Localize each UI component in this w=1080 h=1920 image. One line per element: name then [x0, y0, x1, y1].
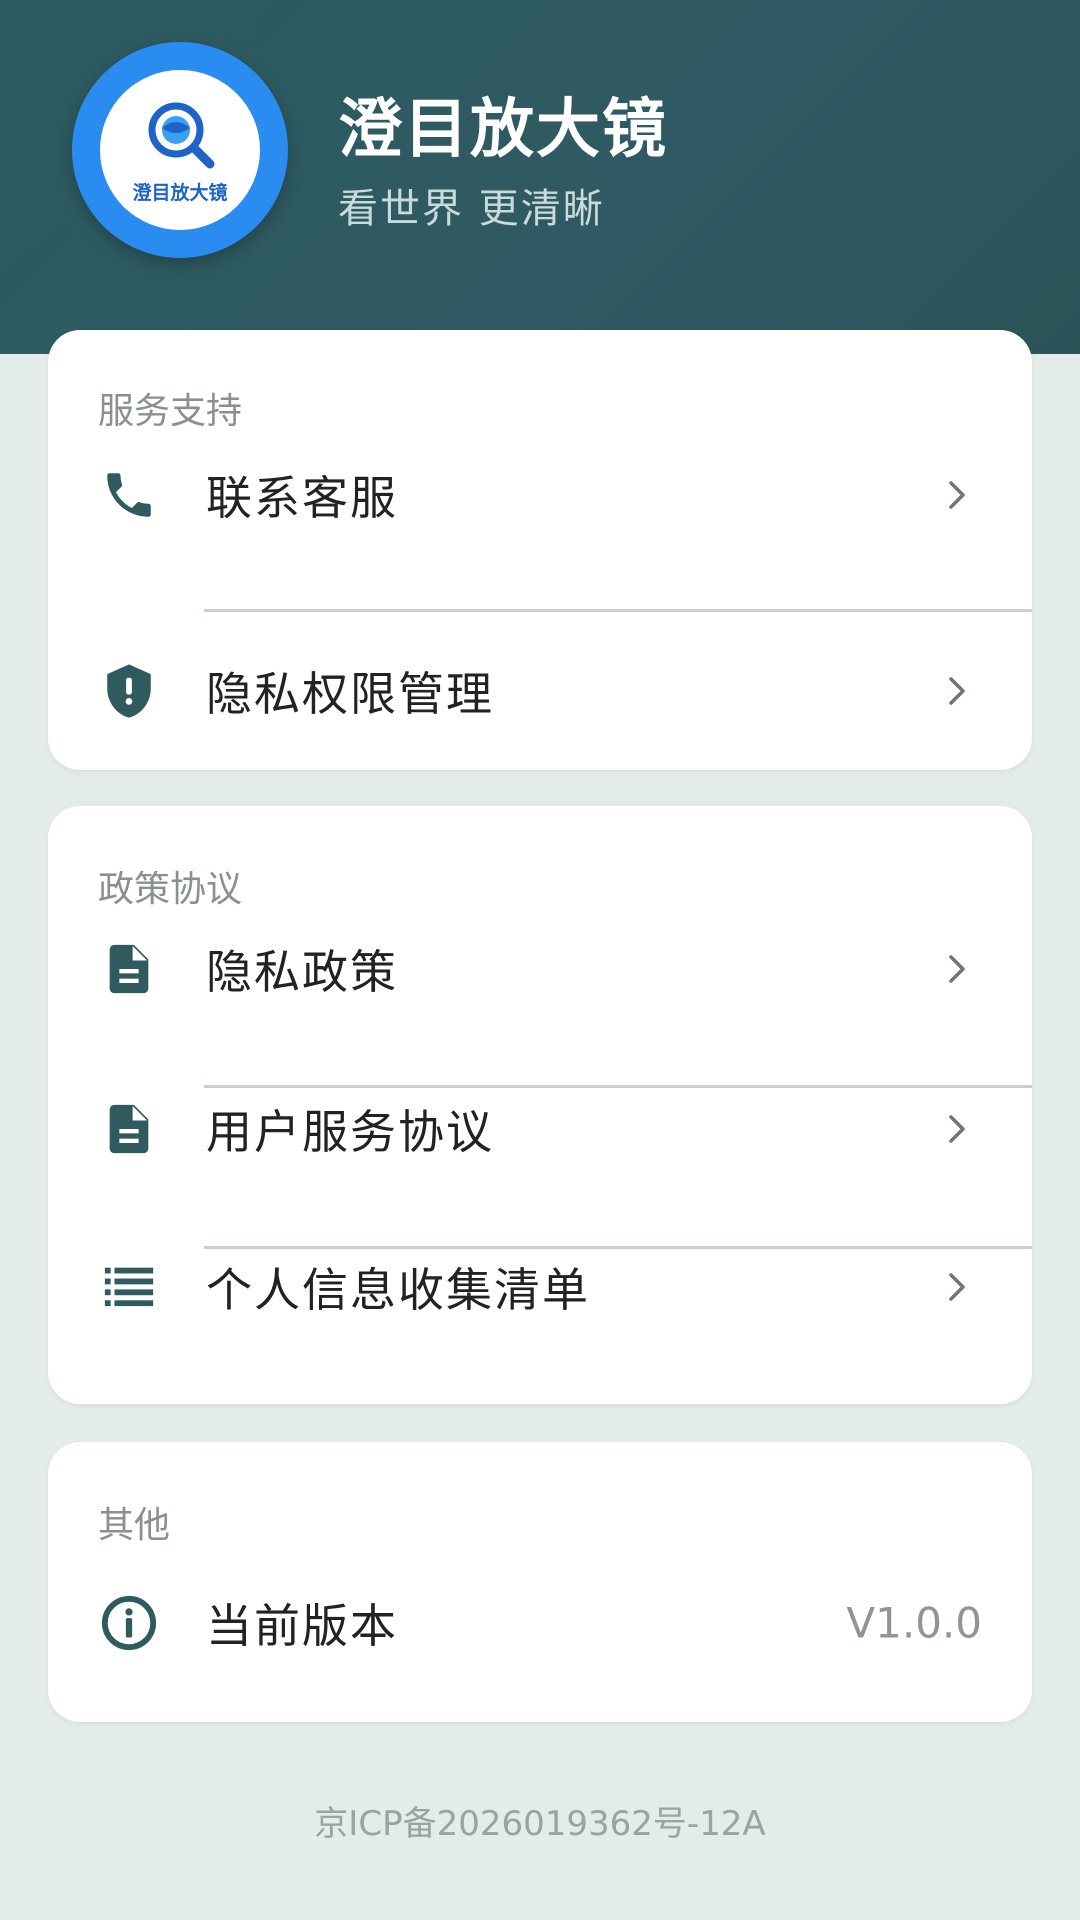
- chevron-right-icon: [949, 1115, 965, 1143]
- personal-info-list-item[interactable]: 个人信息收集清单: [48, 1208, 1032, 1366]
- user-agreement-item[interactable]: 用户服务协议: [48, 1050, 1032, 1208]
- list-icon: [104, 1267, 154, 1307]
- policy-card: 政策协议 隐私政策 用户服务协议 个人信息收集清单: [48, 806, 1032, 1404]
- version-value: V1.0.0: [846, 1598, 982, 1648]
- user-agreement-label: 用户服务协议: [206, 1105, 494, 1159]
- icp-footer: 京ICP备2026019362号-12A: [314, 1804, 766, 1844]
- app-logo: 澄目放大镜: [72, 42, 288, 258]
- app-title: 澄目放大镜: [338, 93, 668, 167]
- contact-support-item[interactable]: 联系客服: [48, 416, 1032, 574]
- shield-icon: [107, 664, 151, 718]
- info-icon: [101, 1595, 157, 1651]
- service-support-card: 服务支持 联系客服 隐私权限管理: [48, 330, 1032, 770]
- document-icon: [109, 1104, 149, 1154]
- logo-text: 澄目放大镜: [132, 182, 228, 204]
- privacy-policy-label: 隐私政策: [206, 945, 398, 999]
- chevron-right-icon: [949, 481, 965, 509]
- chevron-right-icon: [949, 1273, 965, 1301]
- document-icon: [109, 944, 149, 994]
- magnifier-icon: [148, 102, 215, 169]
- app-header: 澄目放大镜 澄目放大镜 看世界 更清晰: [0, 0, 1080, 354]
- phone-icon: [107, 473, 151, 517]
- privacy-permission-label: 隐私权限管理: [206, 667, 494, 721]
- privacy-policy-item[interactable]: 隐私政策: [48, 890, 1032, 1048]
- contact-support-label: 联系客服: [206, 471, 398, 525]
- section-title: 其他: [98, 1505, 171, 1546]
- current-version-item: 当前版本 V1.0.0: [48, 1544, 1032, 1702]
- current-version-label: 当前版本: [206, 1599, 398, 1653]
- chevron-right-icon: [949, 677, 965, 705]
- other-card: 其他 当前版本 V1.0.0: [48, 1442, 1032, 1722]
- chevron-right-icon: [949, 955, 965, 983]
- app-subtitle: 看世界 更清晰: [338, 186, 605, 232]
- personal-info-list-label: 个人信息收集清单: [206, 1263, 590, 1317]
- privacy-permission-item[interactable]: 隐私权限管理: [48, 612, 1032, 770]
